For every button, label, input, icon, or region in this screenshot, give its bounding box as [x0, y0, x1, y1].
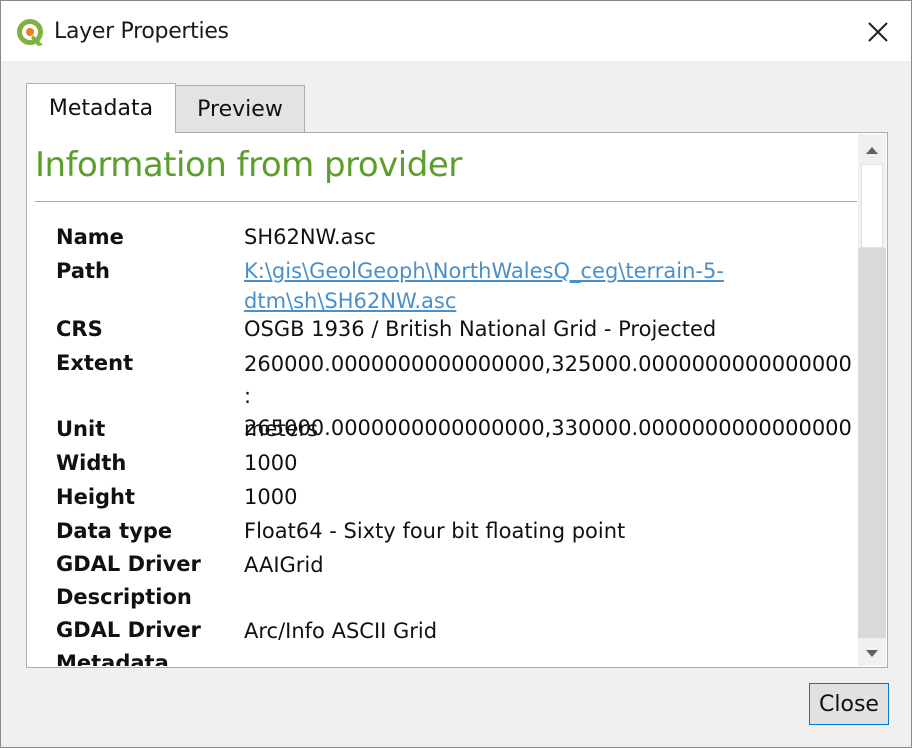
scroll-down-arrow-icon[interactable] — [858, 640, 886, 668]
close-icon[interactable] — [859, 13, 897, 51]
label-line1: GDAL Driver — [56, 618, 201, 642]
row-value: Float64 - Sixty four bit floating point — [244, 519, 626, 543]
divider — [35, 201, 857, 202]
row-value: 1000 — [244, 451, 298, 475]
row-value: AAIGrid — [244, 553, 324, 577]
extent-line1: 260000.0000000000000000,325000.000000000… — [244, 352, 852, 408]
row-label: CRS — [56, 317, 103, 341]
row-label: Path — [56, 259, 110, 283]
scrollbar-thumb[interactable] — [861, 164, 883, 248]
label-line2: Metadata — [56, 651, 169, 666]
qgis-logo-icon — [17, 19, 43, 46]
path-link[interactable]: K:\gis\GeolGeoph\NorthWalesQ_ceg\terrain… — [244, 256, 854, 316]
row-value: OSGB 1936 / British National Grid - Proj… — [244, 317, 717, 341]
row-label: Name — [56, 225, 124, 249]
window-title: Layer Properties — [54, 19, 229, 44]
tab-metadata[interactable]: Metadata — [26, 83, 176, 133]
row-label: GDAL Driver Metadata — [56, 614, 236, 666]
close-button[interactable]: Close — [809, 683, 889, 725]
row-label: Height — [56, 485, 136, 509]
row-value: 1000 — [244, 485, 298, 509]
row-label: Width — [56, 451, 127, 475]
path-link-line2[interactable]: dtm\sh\SH62NW.asc — [244, 289, 456, 313]
vertical-scrollbar[interactable] — [858, 134, 886, 666]
row-label: Data type — [56, 519, 173, 543]
layer-properties-dialog: Layer Properties Metadata Preview Inform… — [0, 0, 912, 748]
row-label: Unit — [56, 417, 106, 441]
row-label: GDAL Driver Description — [56, 548, 236, 614]
path-link-line1[interactable]: K:\gis\GeolGeoph\NorthWalesQ_ceg\terrain… — [244, 259, 724, 283]
scroll-up-arrow-icon[interactable] — [858, 136, 886, 164]
scrollbar-track[interactable] — [858, 248, 886, 638]
provider-info-heading: Information from provider — [35, 145, 462, 185]
title-bar: Layer Properties — [1, 1, 911, 61]
row-value: Arc/Info ASCII Grid — [244, 619, 438, 643]
metadata-panel: Information from provider Name SH62NW.as… — [26, 132, 888, 668]
tab-preview[interactable]: Preview — [175, 85, 305, 133]
row-value: meters — [244, 417, 319, 441]
label-line1: GDAL Driver — [56, 552, 201, 576]
label-line2: Description — [56, 585, 192, 609]
row-value: SH62NW.asc — [244, 225, 376, 249]
row-label: Extent — [56, 351, 134, 375]
metadata-content: Information from provider Name SH62NW.as… — [28, 134, 858, 666]
